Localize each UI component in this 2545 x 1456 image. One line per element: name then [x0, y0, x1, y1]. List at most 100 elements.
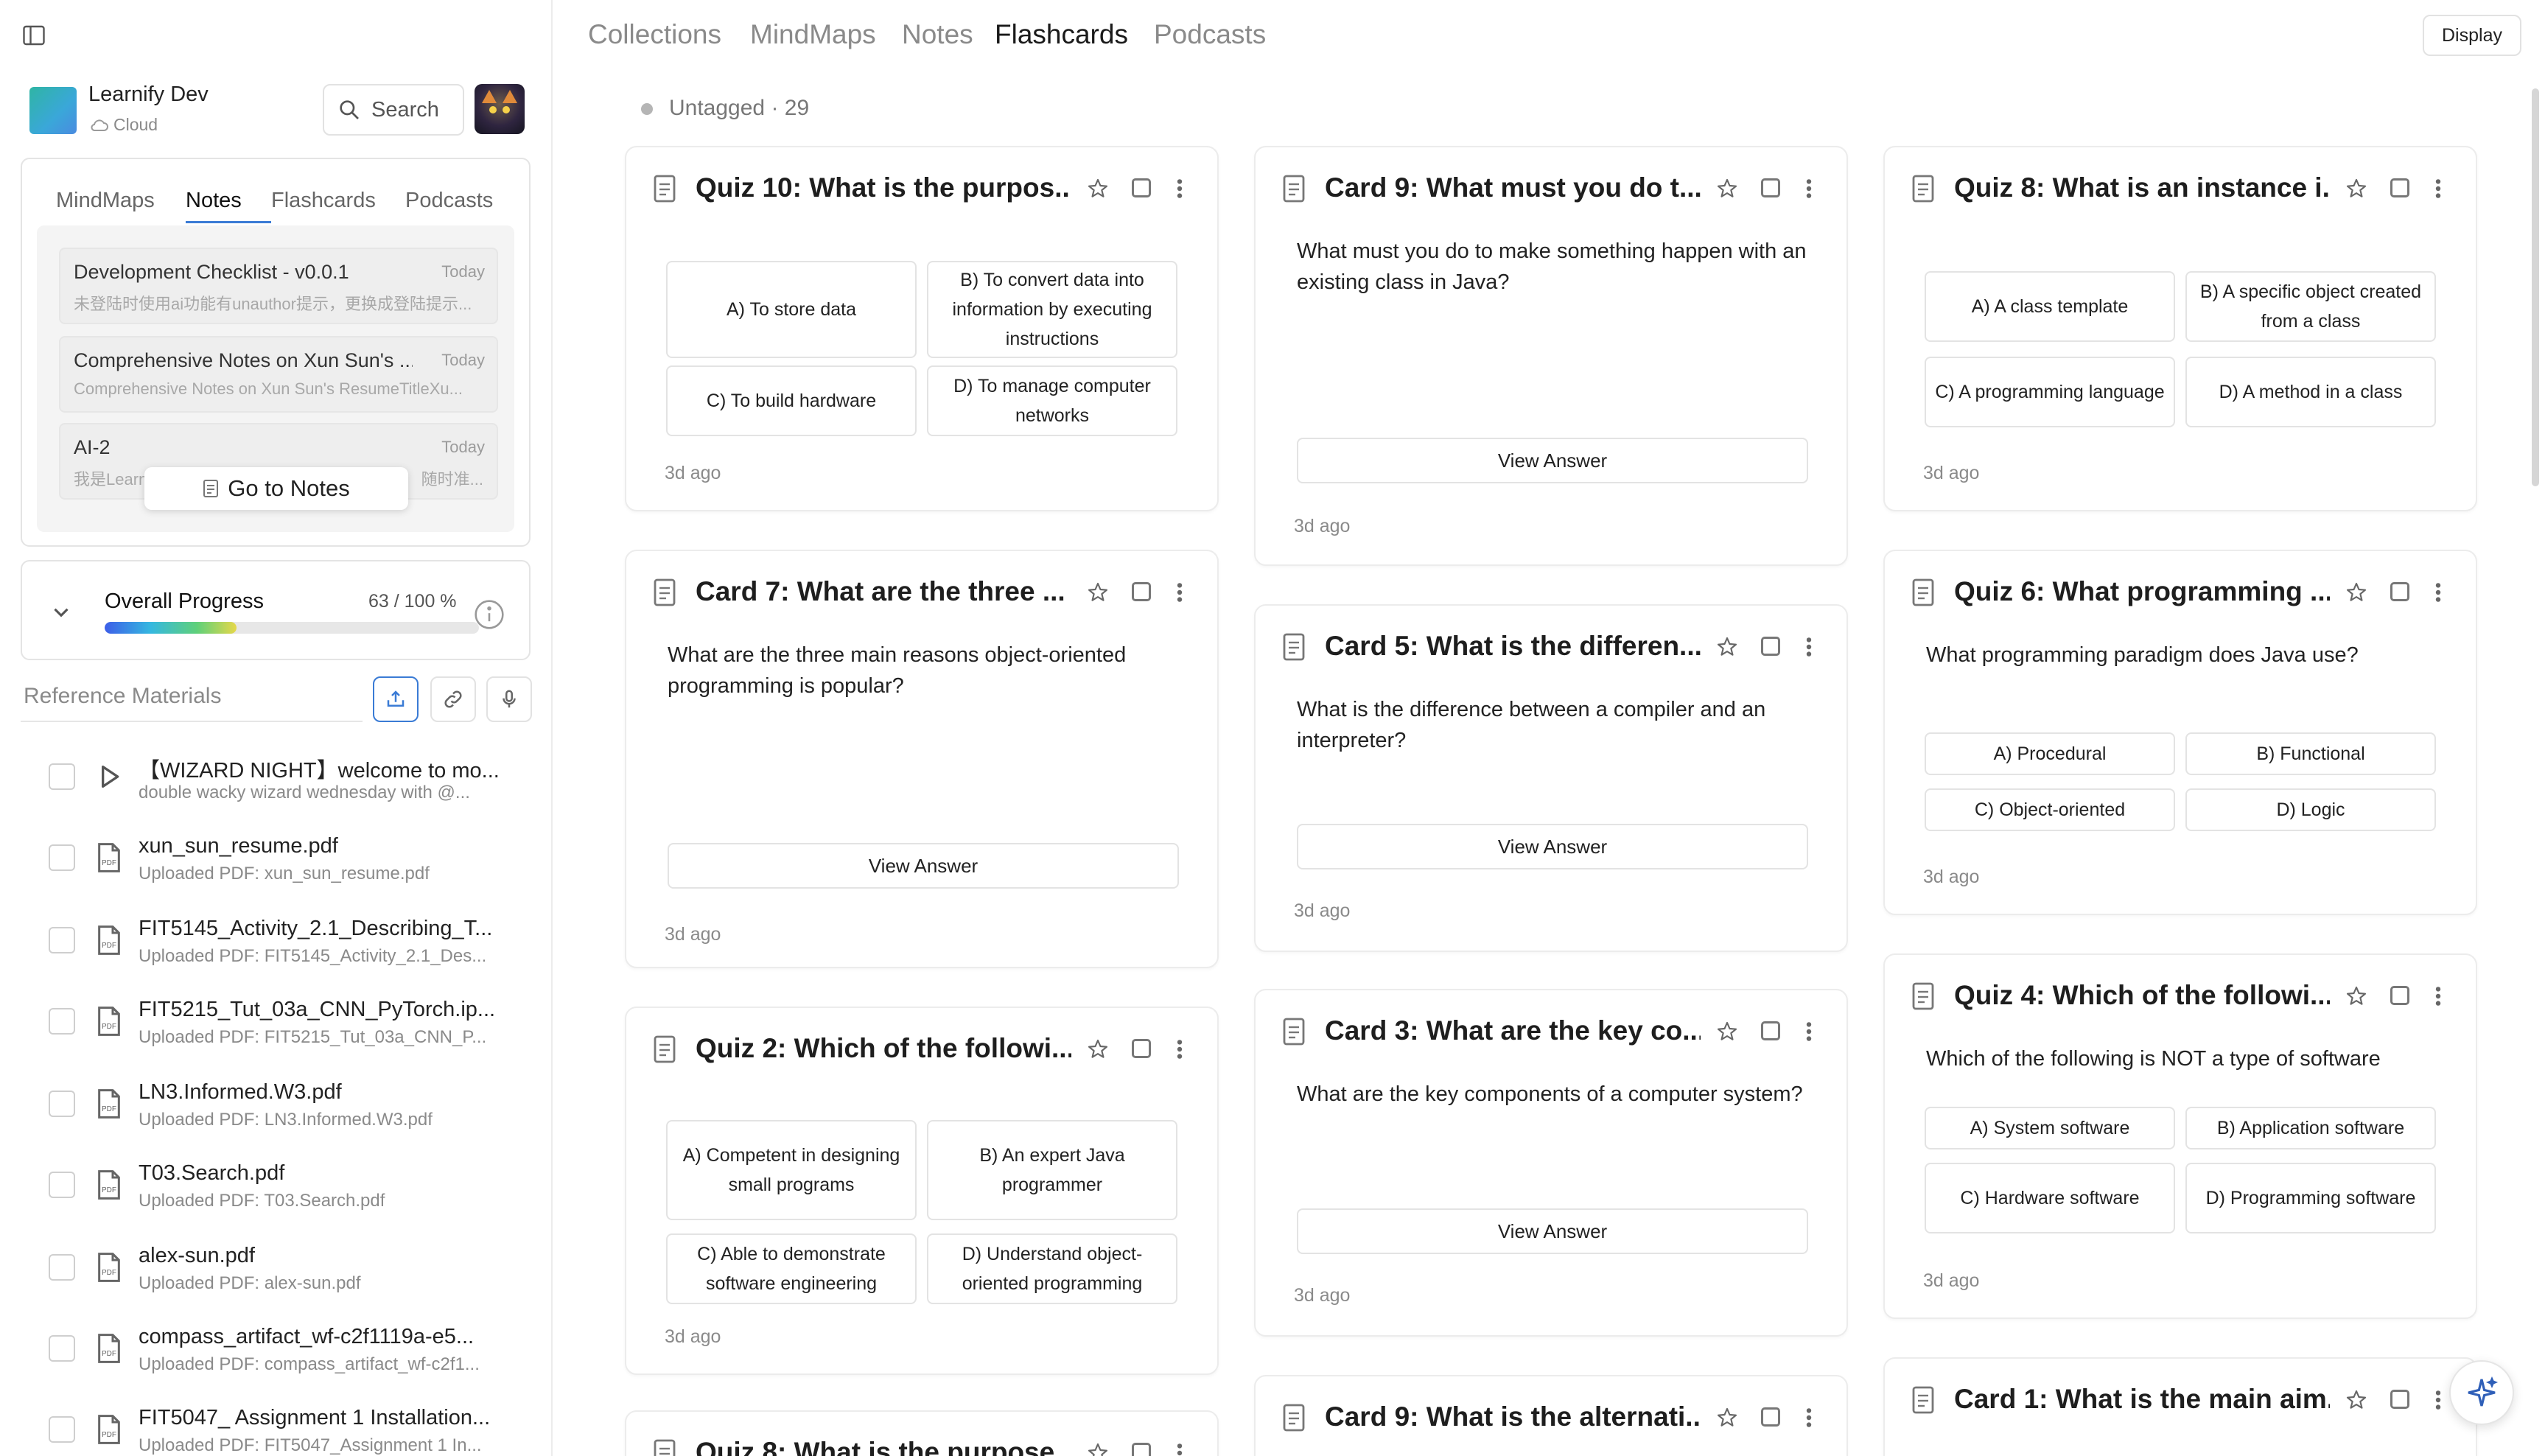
reference-item[interactable]: PDF T03.Search.pdf Uploaded PDF: T03.Searc… [0, 1152, 545, 1233]
view-answer-button[interactable]: View Answer [1297, 1208, 1808, 1254]
star-icon[interactable] [2345, 581, 2368, 604]
more-options-icon[interactable] [1176, 1037, 1183, 1061]
more-options-icon[interactable] [1805, 1020, 1813, 1043]
reference-checkbox[interactable] [49, 1008, 75, 1035]
answer-option[interactable]: C) To build hardware [666, 365, 917, 436]
more-options-icon[interactable] [2434, 984, 2442, 1008]
chevron-down-icon[interactable] [49, 600, 74, 625]
flashcard[interactable]: Card 9: What is the alternati... [1254, 1375, 1848, 1456]
select-checkbox[interactable] [2390, 178, 2409, 197]
reference-checkbox[interactable] [49, 927, 75, 953]
select-checkbox[interactable] [2390, 986, 2409, 1005]
note-item[interactable]: Comprehensive Notes on Xun Sun's ... Tod… [59, 336, 498, 413]
flashcard[interactable]: Quiz 10: What is the purpos... A) To stor… [625, 146, 1219, 511]
answer-option[interactable]: A) Procedural [1925, 732, 2175, 775]
flashcard[interactable]: Card 1: What is the main aim... [1883, 1357, 2477, 1456]
more-options-icon[interactable] [1805, 177, 1813, 200]
reference-checkbox[interactable] [49, 1416, 75, 1443]
star-icon[interactable] [1086, 177, 1110, 200]
reference-checkbox[interactable] [49, 1335, 75, 1362]
star-icon[interactable] [2345, 1388, 2368, 1412]
record-audio-button[interactable] [486, 676, 532, 722]
answer-option[interactable]: D) To manage computer networks [927, 365, 1177, 436]
note-item[interactable]: Development Checklist - v0.0.1 Today 未登陆… [59, 248, 498, 324]
answer-option[interactable]: B) A specific object created from a clas… [2185, 271, 2436, 342]
nav-podcasts[interactable]: Podcasts [1154, 19, 1266, 50]
flashcard[interactable]: Quiz 8: What is an instance i... A) A cla… [1883, 146, 2477, 511]
reference-checkbox[interactable] [49, 1254, 75, 1281]
answer-option[interactable]: C) Hardware software [1925, 1163, 2175, 1233]
view-answer-button[interactable]: View Answer [668, 843, 1179, 889]
star-icon[interactable] [1715, 635, 1739, 659]
flashcard[interactable]: Quiz 8: What is the purpose... [625, 1410, 1219, 1456]
select-checkbox[interactable] [2390, 582, 2409, 601]
star-icon[interactable] [1715, 177, 1739, 200]
flashcard[interactable]: Card 5: What is the differen... What is t… [1254, 604, 1848, 952]
more-options-icon[interactable] [2434, 1388, 2442, 1412]
reference-item[interactable]: PDF FIT5215_Tut_03a_CNN_PyTorch.ip... Uplo… [0, 989, 545, 1070]
view-answer-button[interactable]: View Answer [1297, 824, 1808, 869]
nav-notes[interactable]: Notes [902, 19, 973, 50]
reference-checkbox[interactable] [49, 763, 75, 790]
reference-checkbox[interactable] [49, 1172, 75, 1198]
more-options-icon[interactable] [2434, 581, 2442, 604]
more-options-icon[interactable] [1176, 177, 1183, 200]
flashcard[interactable]: Card 7: What are the three ... What are t… [625, 550, 1219, 968]
flashcard[interactable]: Quiz 4: Which of the followi... Which of … [1883, 953, 2477, 1319]
answer-option[interactable]: C) A programming language [1925, 357, 2175, 427]
answer-option[interactable]: D) Logic [2185, 788, 2436, 831]
display-button[interactable]: Display [2423, 15, 2521, 56]
select-checkbox[interactable] [2390, 1390, 2409, 1409]
reference-item[interactable]: 【WIZARD NIGHT】welcome to mo... double wac… [0, 744, 545, 825]
more-options-icon[interactable] [2434, 177, 2442, 200]
answer-option[interactable]: A) To store data [666, 261, 917, 358]
star-icon[interactable] [2345, 984, 2368, 1008]
avatar[interactable] [475, 84, 525, 134]
reference-checkbox[interactable] [49, 844, 75, 871]
nav-mindmaps[interactable]: MindMaps [750, 19, 876, 50]
flashcard[interactable]: Quiz 2: Which of the followi... A) Compet… [625, 1007, 1219, 1375]
answer-option[interactable]: A) System software [1925, 1107, 2175, 1149]
ai-assistant-button[interactable] [2449, 1360, 2514, 1425]
reference-item[interactable]: PDF compass_artifact_wf-c2f1119a-e5... Upl… [0, 1316, 545, 1397]
star-icon[interactable] [1715, 1020, 1739, 1043]
tab-notes[interactable]: Notes [186, 189, 242, 213]
star-icon[interactable] [1086, 581, 1110, 604]
answer-option[interactable]: D) Programming software [2185, 1163, 2436, 1233]
select-checkbox[interactable] [1761, 1021, 1780, 1040]
add-link-button[interactable] [430, 676, 476, 722]
answer-option[interactable]: A) A class template [1925, 271, 2175, 342]
select-checkbox[interactable] [1132, 1443, 1151, 1456]
star-icon[interactable] [2345, 177, 2368, 200]
flashcard[interactable]: Quiz 6: What programming ... What program… [1883, 550, 2477, 915]
answer-option[interactable]: B) Functional [2185, 732, 2436, 775]
flashcard[interactable]: Card 9: What must you do t... What must y… [1254, 146, 1848, 566]
answer-option[interactable]: D) Understand object-oriented programmin… [927, 1233, 1177, 1304]
upload-button[interactable] [373, 676, 419, 722]
answer-option[interactable]: B) To convert data into information by e… [927, 261, 1177, 358]
tab-flashcards[interactable]: Flashcards [271, 189, 376, 213]
search-button[interactable]: Search [323, 84, 464, 136]
reference-checkbox[interactable] [49, 1091, 75, 1117]
reference-item[interactable]: PDF LN3.Informed.W3.pdf Uploaded PDF: LN3.… [0, 1071, 545, 1152]
sidebar-toggle-icon[interactable] [21, 22, 47, 49]
nav-flashcards[interactable]: Flashcards [995, 19, 1128, 50]
reference-item[interactable]: PDF alex-sun.pdf Uploaded PDF: alex-sun.pd… [0, 1235, 545, 1316]
reference-item[interactable]: PDF FIT5145_Activity_2.1_Describing_T... U… [0, 908, 545, 989]
tab-podcasts[interactable]: Podcasts [405, 189, 493, 213]
answer-option[interactable]: B) Application software [2185, 1107, 2436, 1149]
answer-option[interactable]: C) Object-oriented [1925, 788, 2175, 831]
answer-option[interactable]: B) An expert Java programmer [927, 1120, 1177, 1220]
scrollbar[interactable] [2532, 88, 2539, 486]
answer-option[interactable]: A) Competent in designing small programs [666, 1120, 917, 1220]
go-to-notes-button[interactable]: Go to Notes [144, 467, 408, 510]
select-checkbox[interactable] [1761, 1407, 1780, 1427]
reference-item[interactable]: PDF FIT5047_ Assignment 1 Installation...… [0, 1397, 545, 1456]
select-checkbox[interactable] [1132, 178, 1151, 197]
info-icon[interactable] [473, 598, 505, 631]
answer-option[interactable]: D) A method in a class [2185, 357, 2436, 427]
flashcard[interactable]: Card 3: What are the key co... What are t… [1254, 989, 1848, 1337]
tag-label[interactable]: Untagged · 29 [669, 96, 809, 121]
answer-option[interactable]: C) Able to demonstrate software engineer… [666, 1233, 917, 1304]
more-options-icon[interactable] [1805, 635, 1813, 659]
